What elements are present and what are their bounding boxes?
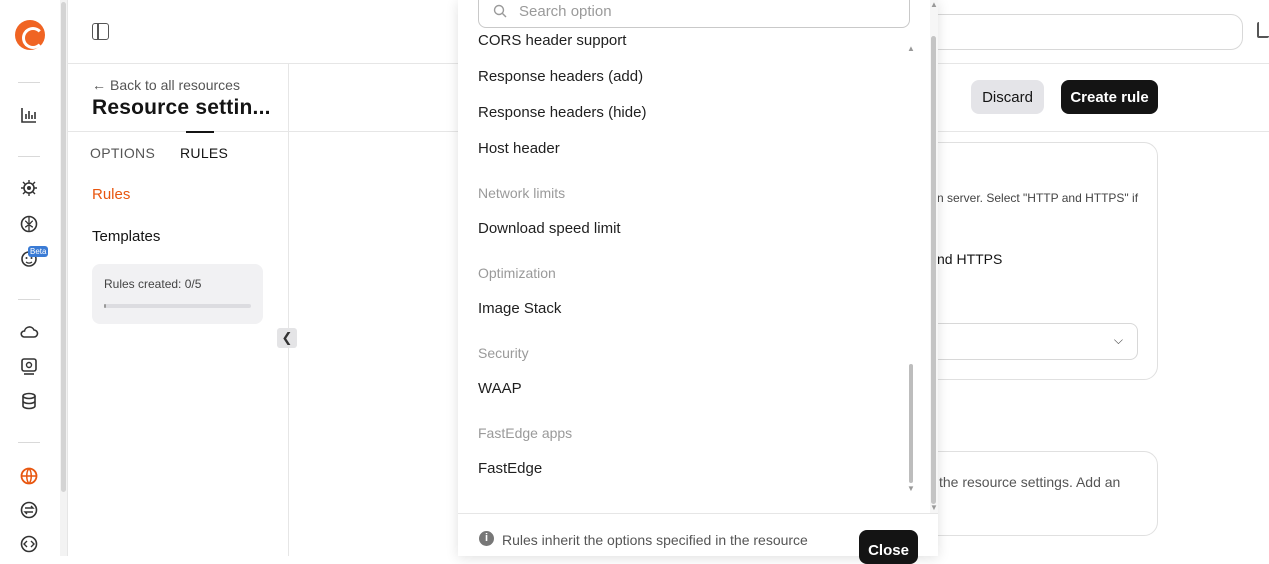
monitor-icon[interactable] bbox=[16, 353, 42, 379]
group-header: Network limits bbox=[478, 185, 566, 201]
list-item[interactable]: Download speed limit bbox=[478, 220, 621, 237]
collapse-sidebar-button[interactable]: ❮ bbox=[277, 328, 297, 348]
search-icon bbox=[493, 4, 507, 18]
info-icon: i bbox=[479, 531, 494, 546]
list-item[interactable]: FastEdge bbox=[478, 460, 542, 477]
cloud-icon[interactable] bbox=[16, 319, 42, 345]
group-header: Security bbox=[478, 345, 529, 361]
rail-divider bbox=[18, 82, 40, 83]
rules-progress-bar bbox=[104, 304, 251, 308]
sidebar-toggle-icon[interactable] bbox=[92, 23, 109, 40]
scroll-up-arrow[interactable]: ▲ bbox=[930, 0, 938, 9]
sidebar-item-templates[interactable]: Templates bbox=[92, 228, 160, 245]
globe-icon[interactable] bbox=[16, 463, 42, 489]
create-rule-button[interactable]: Create rule bbox=[1061, 80, 1158, 114]
code-icon[interactable] bbox=[16, 531, 42, 557]
rules-quota-card: Rules created: 0/5 bbox=[92, 264, 263, 324]
sidebar-border bbox=[288, 64, 289, 556]
rail-divider bbox=[18, 156, 40, 157]
discard-button[interactable]: Discard bbox=[971, 80, 1044, 114]
back-to-resources-link[interactable]: ← Back to all resources bbox=[92, 77, 240, 93]
sidebar-item-rules[interactable]: Rules bbox=[92, 186, 130, 203]
chevron-left-icon: ❮ bbox=[281, 330, 293, 345]
protocol-radio-label[interactable]: nd HTTPS bbox=[937, 251, 1002, 267]
close-button[interactable]: Close bbox=[859, 530, 918, 564]
edit-icon[interactable] bbox=[1257, 22, 1269, 38]
page-title: Resource settin... bbox=[92, 96, 271, 119]
protocol-description: n server. Select "HTTP and HTTPS" if bbox=[937, 191, 1139, 205]
group-header: Optimization bbox=[478, 265, 556, 281]
rules-progress-fill bbox=[104, 304, 106, 308]
divider bbox=[68, 131, 288, 132]
rail-divider bbox=[18, 442, 40, 443]
inheritance-note: Rules inherit the options specified in t… bbox=[502, 532, 808, 548]
global-search-input[interactable] bbox=[920, 14, 1243, 50]
list-item[interactable]: Image Stack bbox=[478, 300, 561, 317]
scroll-down-arrow[interactable]: ▼ bbox=[930, 503, 938, 512]
back-link-label: Back to all resources bbox=[110, 77, 240, 93]
exchange-icon[interactable] bbox=[16, 497, 42, 523]
tab-rules[interactable]: RULES bbox=[180, 145, 228, 161]
group-header: FastEdge apps bbox=[478, 425, 573, 441]
icon-rail: Beta bbox=[0, 0, 60, 556]
logo-icon[interactable] bbox=[15, 20, 45, 50]
rules-created-count: Rules created: 0/5 bbox=[104, 277, 202, 291]
options-hint: the resource settings. Add an bbox=[939, 474, 1121, 490]
dropdown-scroll-thumb[interactable] bbox=[931, 36, 936, 504]
analytics-icon[interactable] bbox=[16, 102, 42, 128]
brain-icon[interactable] bbox=[16, 211, 42, 237]
chip-icon[interactable] bbox=[16, 175, 42, 201]
database-icon[interactable] bbox=[16, 388, 42, 414]
list-item[interactable]: CORS header support bbox=[478, 32, 626, 49]
option-search-input[interactable] bbox=[519, 0, 899, 22]
list-scroll-thumb[interactable] bbox=[909, 364, 913, 483]
list-item[interactable]: WAAP bbox=[478, 380, 522, 397]
tab-options[interactable]: OPTIONS bbox=[90, 145, 155, 161]
beta-badge: Beta bbox=[28, 246, 49, 257]
list-item[interactable]: Host header bbox=[478, 140, 560, 157]
rail-divider bbox=[18, 299, 40, 300]
chevron-down-icon: ⌵ bbox=[1113, 333, 1123, 347]
option-search-field[interactable] bbox=[478, 0, 910, 28]
dropdown-scrollbar[interactable] bbox=[930, 0, 938, 513]
option-list[interactable]: CORS header support Response headers (ad… bbox=[458, 28, 918, 513]
rail-scroll-thumb[interactable] bbox=[61, 2, 66, 492]
scroll-down-arrow[interactable]: ▼ bbox=[907, 484, 915, 493]
active-tab-indicator bbox=[186, 131, 214, 133]
list-item[interactable]: Response headers (hide) bbox=[478, 104, 646, 121]
list-item[interactable]: Response headers (add) bbox=[478, 68, 643, 85]
divider bbox=[458, 513, 938, 514]
scroll-up-arrow[interactable]: ▲ bbox=[907, 44, 915, 53]
add-option-dropdown: CORS header support Response headers (ad… bbox=[458, 0, 938, 556]
arrow-left-icon: ← bbox=[92, 77, 106, 93]
rail-scrollbar[interactable] bbox=[60, 0, 67, 556]
